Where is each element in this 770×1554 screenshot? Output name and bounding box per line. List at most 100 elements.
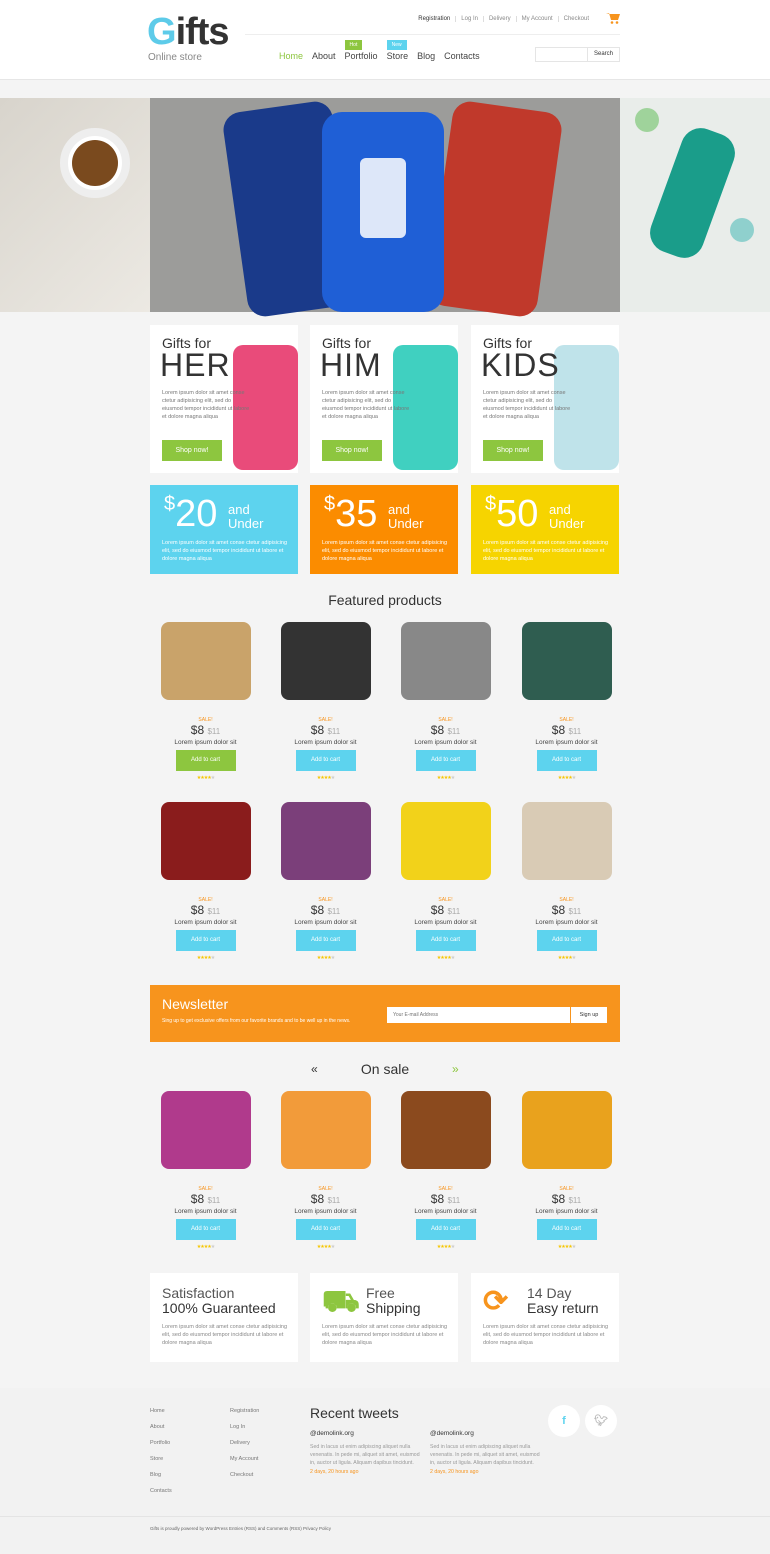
star-rating: ★★★★★	[316, 955, 336, 961]
price-tier-banner[interactable]: $35 and Under Lorem ipsum dolor sit amet co…	[310, 485, 458, 574]
category-title: HER	[160, 347, 231, 383]
nav-blog[interactable]: Blog	[417, 51, 435, 61]
hero-slider[interactable]	[0, 98, 770, 319]
nav-home[interactable]: Home	[279, 51, 303, 61]
product-image[interactable]	[400, 622, 491, 700]
price-amount: $35	[324, 493, 377, 536]
product-name[interactable]: Lorem ipsum dolor sit	[147, 739, 264, 746]
tweet-handle[interactable]: @demolink.org	[310, 1430, 420, 1437]
add-to-cart-button[interactable]: Add to cart	[175, 930, 236, 951]
footer-link[interactable]: Checkout	[230, 1472, 259, 1488]
product-image[interactable]	[400, 1091, 491, 1169]
and-label: and	[228, 502, 250, 517]
current-price: $8	[551, 903, 566, 917]
product-name[interactable]: Lorem ipsum dolor sit	[508, 1208, 625, 1215]
product-price: $8 $11	[508, 903, 625, 919]
product-image[interactable]	[160, 622, 251, 700]
footer-link[interactable]: Store	[150, 1456, 172, 1472]
feature-text: Lorem ipsum dolor sit amet conse ctetur …	[162, 1324, 288, 1346]
product-name[interactable]: Lorem ipsum dolor sit	[147, 919, 264, 926]
search-input[interactable]	[536, 48, 588, 61]
add-to-cart-button[interactable]: Add to cart	[415, 1219, 476, 1240]
link-registration[interactable]: Registration	[413, 16, 455, 22]
add-to-cart-button[interactable]: Add to cart	[175, 750, 236, 771]
add-to-cart-button[interactable]: Add to cart	[295, 750, 356, 771]
signup-button[interactable]: Sign up	[571, 1007, 607, 1023]
shop-now-button[interactable]: Shop now!	[483, 440, 543, 461]
footer-link[interactable]: Log In	[230, 1424, 259, 1440]
add-to-cart-button[interactable]: Add to cart	[175, 1219, 236, 1240]
product-image[interactable]	[400, 802, 491, 880]
prev-arrow-icon[interactable]: «	[311, 1062, 318, 1076]
link-login[interactable]: Log In	[455, 16, 483, 22]
tweets-title: Recent tweets	[310, 1405, 399, 1421]
product-name[interactable]: Lorem ipsum dolor sit	[387, 739, 504, 746]
shop-now-button[interactable]: Shop now!	[322, 440, 382, 461]
add-to-cart-button[interactable]: Add to cart	[415, 750, 476, 771]
cart-icon[interactable]	[606, 12, 620, 24]
feature-card: ⛟ Free Shipping Lorem ipsum dolor sit amet …	[310, 1273, 458, 1362]
product-name[interactable]: Lorem ipsum dolor sit	[147, 1208, 264, 1215]
product-name[interactable]: Lorem ipsum dolor sit	[508, 919, 625, 926]
link-my-account[interactable]: My Account	[515, 16, 558, 22]
footer-link[interactable]: Registration	[230, 1408, 259, 1424]
nav-label: Store	[386, 51, 409, 61]
new-badge: New	[386, 40, 407, 50]
product-name[interactable]: Lorem ipsum dolor sit	[387, 1208, 504, 1215]
email-input[interactable]	[387, 1007, 570, 1023]
logo[interactable]: Gifts	[147, 12, 230, 52]
price-tier-banner[interactable]: $50 and Under Lorem ipsum dolor sit amet co…	[471, 485, 619, 574]
shop-now-button[interactable]: Shop now!	[162, 440, 222, 461]
product-image[interactable]	[521, 1091, 612, 1169]
price-tier-banner[interactable]: $20 and Under Lorem ipsum dolor sit amet co…	[150, 485, 298, 574]
product-name[interactable]: Lorem ipsum dolor sit	[267, 1208, 384, 1215]
product-image[interactable]	[160, 1091, 251, 1169]
link-delivery[interactable]: Delivery	[482, 16, 516, 22]
product-image[interactable]	[280, 1091, 371, 1169]
search-button[interactable]: Search	[588, 48, 613, 61]
product-image[interactable]	[160, 802, 251, 880]
footer-link[interactable]: My Account	[230, 1456, 259, 1472]
feature-line2: Easy return	[527, 1300, 599, 1316]
link-checkout[interactable]: Checkout	[557, 16, 594, 22]
product-image[interactable]	[521, 622, 612, 700]
add-to-cart-button[interactable]: Add to cart	[536, 1219, 597, 1240]
product-card: SALE! $8 $11 Lorem ipsum dolor sit Add to c…	[267, 802, 384, 961]
footer-link[interactable]: Portfolio	[150, 1440, 172, 1456]
category-card: Gifts for KIDS Lorem ipsum dolor sit amet …	[471, 325, 619, 473]
nav-contacts[interactable]: Contacts	[444, 51, 480, 61]
next-arrow-icon[interactable]: »	[452, 1062, 459, 1076]
product-name[interactable]: Lorem ipsum dolor sit	[267, 739, 384, 746]
product-name[interactable]: Lorem ipsum dolor sit	[267, 919, 384, 926]
tweet-time[interactable]: 2 days, 20 hours ago	[430, 1469, 540, 1475]
product-image[interactable]	[280, 622, 371, 700]
tweet-handle[interactable]: @demolink.org	[430, 1430, 540, 1437]
category-title: KIDS	[481, 347, 560, 383]
product-name[interactable]: Lorem ipsum dolor sit	[508, 739, 625, 746]
footer-link[interactable]: Delivery	[230, 1440, 259, 1456]
footer-link[interactable]: Contacts	[150, 1488, 172, 1504]
product-image[interactable]	[280, 802, 371, 880]
add-to-cart-button[interactable]: Add to cart	[415, 930, 476, 951]
add-to-cart-button[interactable]: Add to cart	[295, 1219, 356, 1240]
nav-store[interactable]: New Store	[386, 40, 409, 61]
feature-line1: 14 Day	[527, 1285, 572, 1301]
nav-portfolio[interactable]: Hot Portfolio	[344, 40, 378, 61]
category-card: Gifts for HIM Lorem ipsum dolor sit amet c…	[310, 325, 458, 473]
add-to-cart-button[interactable]: Add to cart	[536, 750, 597, 771]
twitter-icon[interactable]: 🐦︎	[585, 1405, 617, 1437]
footer-link[interactable]: About	[150, 1424, 172, 1440]
facebook-icon[interactable]: f	[548, 1405, 580, 1437]
add-to-cart-button[interactable]: Add to cart	[536, 930, 597, 951]
add-to-cart-button[interactable]: Add to cart	[295, 930, 356, 951]
old-price: $11	[568, 907, 582, 916]
tweet-time[interactable]: 2 days, 20 hours ago	[310, 1469, 420, 1475]
product-name[interactable]: Lorem ipsum dolor sit	[387, 919, 504, 926]
footer-link[interactable]: Home	[150, 1408, 172, 1424]
old-price: $11	[447, 907, 461, 916]
product-image[interactable]	[521, 802, 612, 880]
footer-nav: Home About Portfolio Store Blog Contacts	[150, 1408, 172, 1504]
nav-about[interactable]: About	[312, 51, 336, 61]
tweet: @demolink.org Sed in lacus ut enim adipis…	[430, 1430, 540, 1475]
footer-link[interactable]: Blog	[150, 1472, 172, 1488]
